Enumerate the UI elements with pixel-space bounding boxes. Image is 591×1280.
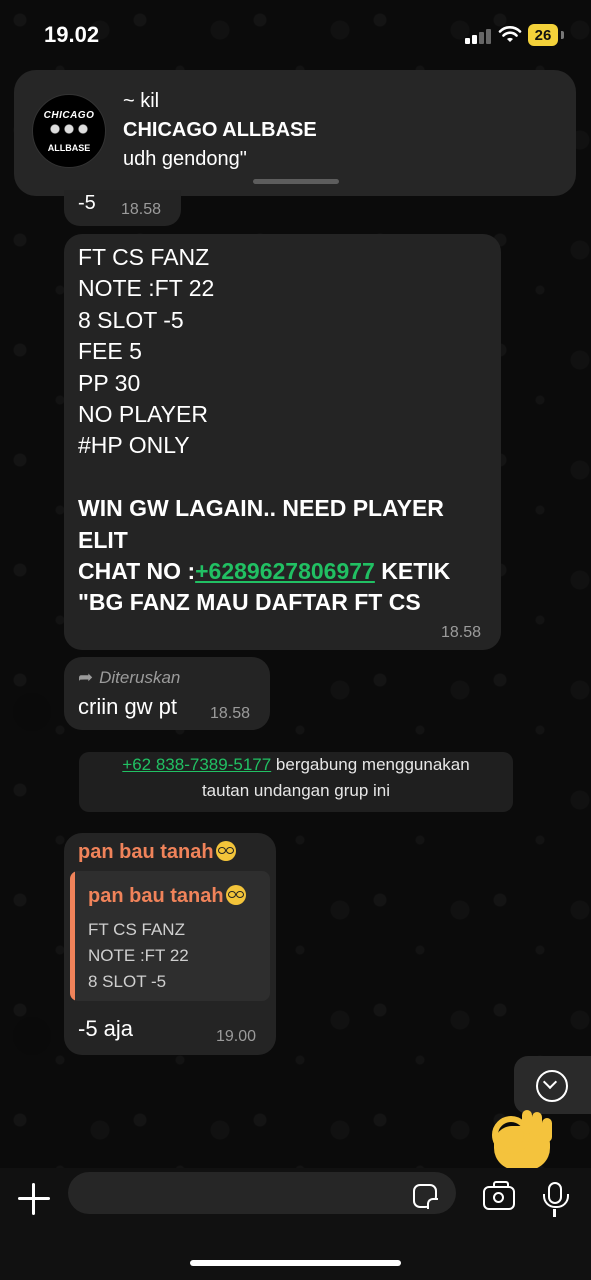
message-bubble[interactable]: pan bau tanah pan bau tanah FT CS FANZ N… [64, 833, 276, 1055]
plus-icon[interactable] [18, 1183, 50, 1215]
system-line-2: tautan undangan grup ini [201, 781, 391, 800]
wifi-icon [498, 26, 522, 42]
message-line: "BG FANZ MAU DAFTAR FT CS [78, 589, 421, 616]
system-message: +62 838-7389-5177 bergabung menggunakan … [79, 752, 513, 812]
avatar-text-top: CHICAGO [43, 109, 95, 121]
message-input-bar [0, 1168, 591, 1280]
message-line: NOTE :FT 22 [78, 275, 215, 302]
avatar-text-bottom: ALLBASE [47, 142, 91, 153]
quote-line: FT CS FANZ [88, 920, 185, 939]
system-text: bergabung menggunakan [271, 755, 470, 774]
message-time: 19.00 [216, 1028, 257, 1045]
message-input[interactable] [68, 1172, 456, 1214]
status-time: 19.02 [44, 22, 100, 47]
quote-line: 8 SLOT -5 [88, 972, 167, 991]
quoted-message[interactable]: pan bau tanah FT CS FANZ NOTE :FT 22 8 S… [70, 871, 270, 1001]
message-line [78, 462, 450, 493]
ok-hand-emoji [486, 1108, 556, 1172]
scroll-to-bottom-button[interactable] [514, 1056, 591, 1114]
quote-text: FT CS FANZ NOTE :FT 22 8 SLOT -5 [88, 917, 189, 995]
sender-name[interactable]: pan bau tanah [78, 841, 236, 864]
notification-text: udh gendong" [123, 148, 247, 170]
signal-icon [465, 28, 493, 44]
quote-sender: pan bau tanah [88, 885, 246, 908]
quote-line: NOTE :FT 22 [88, 946, 189, 965]
chat-suffix: KETIK [374, 557, 451, 584]
quote-bar [70, 871, 75, 1001]
avatar-figures [47, 122, 91, 141]
sender-avatar[interactable] [13, 693, 51, 731]
message-line: ELIT [78, 526, 128, 553]
nerd-face-emoji [215, 841, 236, 861]
sender-avatar[interactable] [13, 1017, 51, 1055]
system-phone-link[interactable]: +62 838-7389-5177 [122, 755, 271, 774]
forwarded-label: ➦ Diteruskan [78, 667, 180, 688]
system-line-1: +62 838-7389-5177 bergabung menggunakan [79, 752, 513, 778]
message-line: #HP ONLY [78, 432, 190, 459]
notification-banner[interactable]: CHICAGO ALLBASE ~ kil CHICAGO ALLBASE ud… [14, 70, 576, 196]
message-time: 18.58 [441, 624, 482, 641]
banner-handle[interactable] [253, 179, 339, 184]
message-text: -5 aja [78, 1016, 134, 1041]
message-line: NO PLAYER [78, 400, 208, 427]
message-line: CHAT NO :+6289627806977 KETIK [78, 556, 450, 587]
forward-icon: ➦ [78, 667, 94, 687]
battery-level: 26 [534, 26, 552, 44]
message-line: WIN GW LAGAIN.. NEED PLAYER [78, 495, 444, 522]
message-line: FT CS FANZ [78, 244, 210, 270]
mic-icon[interactable] [543, 1182, 569, 1217]
message-time: 18.58 [210, 705, 251, 722]
message-line: FEE 5 [78, 338, 142, 365]
notification-sender: ~ kil [123, 90, 160, 112]
message-line: PP 30 [78, 369, 141, 396]
battery-tip [561, 31, 564, 39]
message-line: 8 SLOT -5 [78, 306, 184, 333]
message-bubble[interactable]: -5 18.58 [64, 190, 181, 226]
message-body: FT CS FANZ NOTE :FT 22 8 SLOT -5 FEE 5 P… [78, 242, 450, 619]
group-avatar: CHICAGO ALLBASE [32, 94, 106, 168]
nerd-face-emoji [225, 885, 246, 905]
message-bubble[interactable]: FT CS FANZ NOTE :FT 22 8 SLOT -5 FEE 5 P… [64, 234, 501, 650]
battery-icon: 26 [528, 24, 558, 46]
phone-link[interactable]: +6289627806977 [195, 558, 375, 584]
chat-prefix: CHAT NO : [78, 557, 196, 584]
notification-group-name: CHICAGO ALLBASE [123, 119, 317, 141]
forwarded-text: Diteruskan [99, 667, 181, 687]
sticker-icon[interactable] [413, 1184, 438, 1209]
message-bubble[interactable]: ➦ Diteruskan criin gw pt 18.58 [64, 657, 270, 730]
message-text: criin gw pt [78, 694, 178, 719]
message-text: -5 [78, 192, 96, 214]
status-bar: 19.02 26 [0, 0, 591, 70]
camera-icon[interactable] [483, 1181, 515, 1210]
home-indicator[interactable] [190, 1260, 401, 1266]
message-time: 18.58 [121, 201, 162, 218]
